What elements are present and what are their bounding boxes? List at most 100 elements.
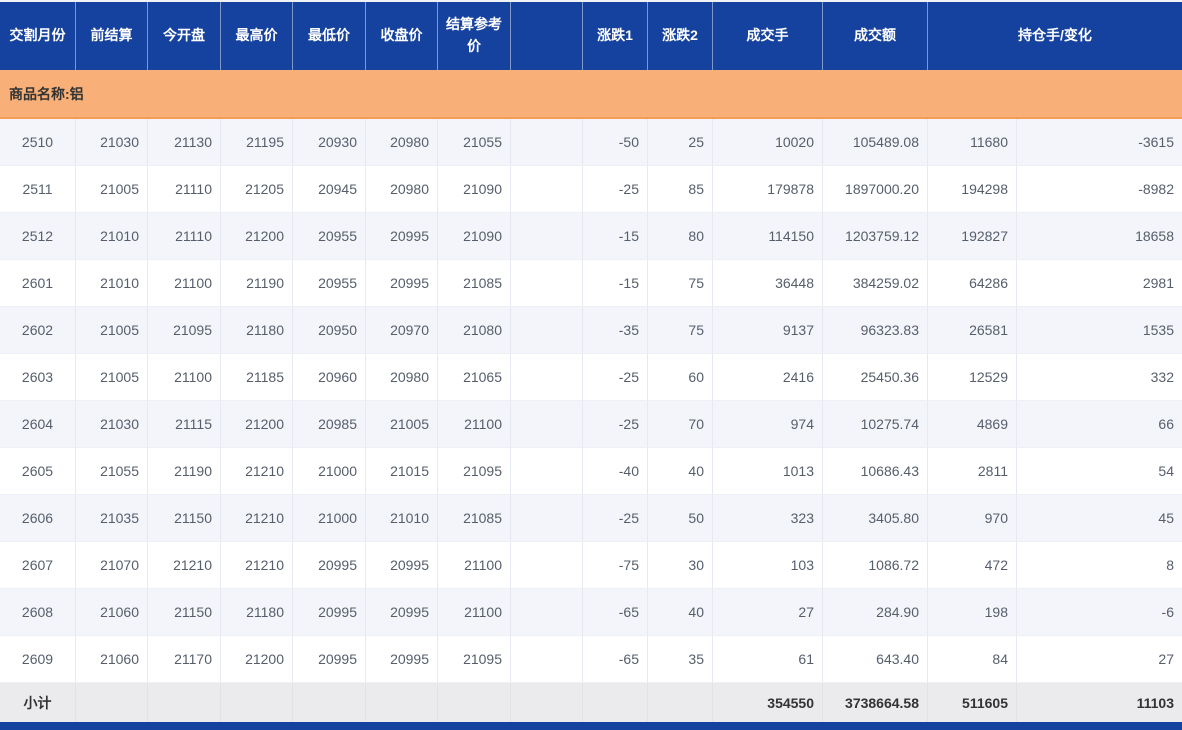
cell-value: 21115 [148,401,221,447]
cell-value: 30 [648,542,713,588]
cell-value: -75 [583,542,648,588]
cell-month: 2609 [0,636,76,682]
cell-value: 3405.80 [823,495,928,541]
header-prev-settlement: 前结算 [76,2,148,70]
cell-value: 61 [713,636,823,682]
cell-value: 20995 [366,589,438,635]
cell-value: -65 [583,636,648,682]
bottom-bar [0,722,1182,730]
cell-value: 21030 [76,401,148,447]
cell-value: 103 [713,542,823,588]
cell-value: 114150 [713,213,823,259]
cell-value: 27 [713,589,823,635]
cell-value [511,542,583,588]
header-low: 最低价 [293,2,366,70]
subtotal-value [221,683,293,722]
cell-value: -6 [1161,604,1174,620]
cell-value: 10020 [713,119,823,165]
header-open: 今开盘 [148,2,221,70]
cell-value: 21210 [148,542,221,588]
cell-value: 21205 [221,166,293,212]
table-row: 2609 21060 21170 21200 20995 20995 21095 -65 35 6… [0,636,1182,683]
subtotal-value [76,683,148,722]
cell-value: 21095 [438,448,511,494]
cell-value: 20995 [293,636,366,682]
cell-value: 10686.43 [823,448,928,494]
cell-value: 20995 [366,213,438,259]
cell-value: -25 [583,166,648,212]
header-open-interest-change: 持仓手/变化 [1018,27,1092,44]
cell-value: 27 [1158,651,1174,667]
cell-value: 21150 [148,495,221,541]
cell-value: -15 [583,260,648,306]
cell-value: 64286 [928,260,1017,306]
cell-value: 20945 [293,166,366,212]
cell-month: 2510 [0,119,76,165]
cell-value: 36448 [713,260,823,306]
cell-value: 35 [648,636,713,682]
cell-value: 970 [928,495,1017,541]
cell-value: 21100 [438,542,511,588]
subtotal-value: 354550 [713,683,823,722]
commodity-name-label: 商品名称:铝 [9,85,84,102]
cell-value: 1897000.20 [823,166,928,212]
subtotal-value [293,683,366,722]
cell-value [511,166,583,212]
cell-month: 2512 [0,213,76,259]
cell-value: -25 [583,401,648,447]
cell-value: 75 [648,260,713,306]
cell-value: 60 [648,354,713,400]
cell-value: 96323.83 [823,307,928,353]
cell-value: 21005 [76,307,148,353]
cell-value [511,307,583,353]
cell-month: 2608 [0,589,76,635]
cell-value: 21200 [221,213,293,259]
commodity-name-row: 商品名称:铝 [0,70,1182,119]
cell-value: -3615 [1138,134,1174,150]
cell-month: 2606 [0,495,76,541]
cell-value: 332 [1150,369,1174,385]
subtotal-value [648,683,713,722]
cell-month: 2605 [0,448,76,494]
cell-value: 21095 [148,307,221,353]
cell-value: 21130 [148,119,221,165]
cell-value [511,636,583,682]
cell-value: 66 [1158,416,1174,432]
cell-value: 11680 [928,119,1017,165]
cell-value: 21185 [221,354,293,400]
cell-value: 20980 [366,166,438,212]
header-high: 最高价 [221,2,293,70]
cell-value: -25 [583,354,648,400]
cell-value: 21090 [438,166,511,212]
cell-value: -15 [583,213,648,259]
futures-quote-table: 交割月份 前结算 今开盘 最高价 最低价 收盘价 结算参考价 涨跌1 涨跌2 成… [0,0,1182,730]
table-row: 2603 21005 21100 21185 20960 20980 21065 -25 60 2… [0,354,1182,401]
header-change1: 涨跌1 [583,2,648,70]
cell-value: 2416 [713,354,823,400]
cell-value: 21055 [76,448,148,494]
cell-value: -40 [583,448,648,494]
cell-value: 105489.08 [823,119,928,165]
cell-value: 21170 [148,636,221,682]
cell-value: 21180 [221,307,293,353]
cell-value: 12529 [928,354,1017,400]
cell-value: 21090 [438,213,511,259]
subtotal-value: 511605 [928,683,1017,722]
cell-value: 25450.36 [823,354,928,400]
cell-value: 20970 [366,307,438,353]
header-close: 收盘价 [366,2,438,70]
cell-value: 21005 [76,166,148,212]
cell-value: 21180 [221,589,293,635]
cell-value: 2811 [928,448,1017,494]
table-row: 2605 21055 21190 21210 21000 21015 21095 -40 40 1… [0,448,1182,495]
cell-value: 25 [648,119,713,165]
cell-value: 384259.02 [823,260,928,306]
table-row: 2511 21005 21110 21205 20945 20980 21090 -25 85 1… [0,166,1182,213]
cell-value: 50 [648,495,713,541]
cell-value: 84 [928,636,1017,682]
table-row: 2510 21030 21130 21195 20930 20980 21055 -50 25 1… [0,119,1182,166]
cell-value: 21015 [366,448,438,494]
cell-month: 2604 [0,401,76,447]
cell-value: 21210 [221,542,293,588]
cell-value [511,213,583,259]
